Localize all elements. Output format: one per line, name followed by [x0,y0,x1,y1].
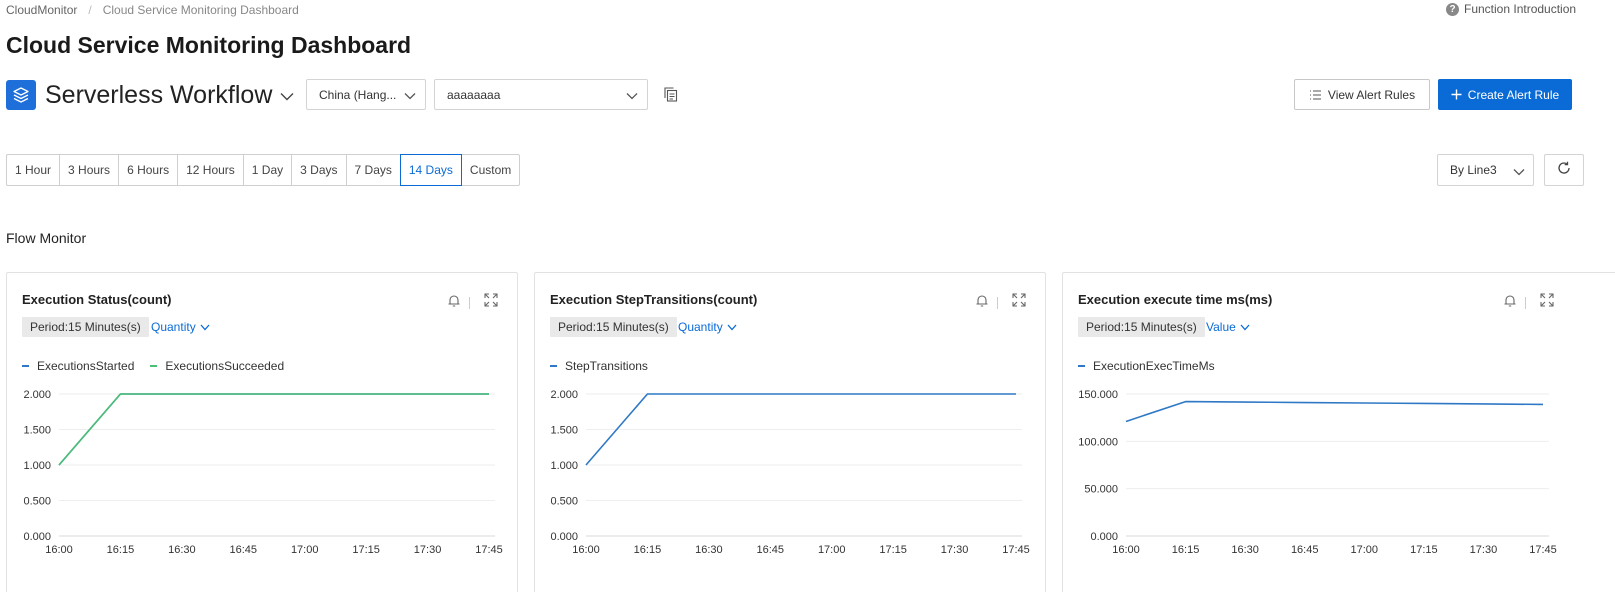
x-tick-label: 17:30 [414,544,442,556]
x-tick-label: 17:15 [879,544,907,556]
time-range-3-hours[interactable]: 3 Hours [59,154,120,186]
x-tick-label: 17:00 [1351,544,1379,556]
y-tick-label: 0.000 [550,531,578,543]
time-range-7-days[interactable]: 7 Days [345,154,401,186]
line-chart: 0.000 0.500 1.000 1.500 2.000 16:00 16:15 16:30… [550,389,1030,556]
x-tick-label: 16:00 [572,544,600,556]
x-tick-label: 16:45 [230,544,258,556]
line-select-value: By Line3 [1450,163,1497,177]
x-tick-label: 17:45 [475,544,503,556]
x-tick-label: 17:30 [941,544,969,556]
breadcrumb-separator: / [88,3,92,17]
x-tick-label: 16:15 [634,544,662,556]
copy-icon[interactable] [664,87,678,107]
y-tick-label: 100.000 [1078,436,1118,448]
x-tick-label: 16:30 [695,544,723,556]
y-tick-label: 2.000 [23,389,51,401]
instance-select-value: aaaaaaaa [447,87,501,102]
time-range-6-hours[interactable]: 6 Hours [118,154,179,186]
x-tick-label: 16:00 [1112,544,1140,556]
layers-icon [6,80,36,110]
help-icon: ? [1446,2,1459,16]
y-tick-label: 0.500 [550,496,578,508]
x-tick-label: 16:00 [45,544,73,556]
breadcrumb-root-link[interactable]: CloudMonitor [6,3,77,17]
chevron-down-icon [1513,165,1525,179]
chart-panel-execution-status: Execution Status(count) Period:15 Minute… [6,272,518,592]
y-tick-label: 2.000 [550,389,578,401]
chart-panel-execute-time: Execution execute time ms(ms) Period:15 … [1062,272,1615,592]
x-tick-label: 16:30 [168,544,196,556]
product-selector[interactable]: Serverless Workflow [6,78,294,112]
line-chart: 0.000 50.000 100.000 150.000 16:00 16:15 16:30… [1078,389,1557,556]
y-tick-label: 150.000 [1078,389,1118,401]
time-range-custom[interactable]: Custom [460,154,521,186]
product-name: Serverless Workflow [45,80,273,109]
y-tick-label: 50.000 [1084,484,1118,496]
x-tick-label: 17:15 [352,544,380,556]
time-range-group: 1 Hour 3 Hours 6 Hours 12 Hours 1 Day 3 … [6,154,521,186]
create-alert-rule-label: Create Alert Rule [1467,87,1560,102]
function-introduction-link[interactable]: ? Function Introduction [1446,2,1576,16]
x-tick-label: 17:15 [1410,544,1438,556]
x-tick-label: 16:30 [1231,544,1259,556]
line-select[interactable]: By Line3 [1437,154,1534,186]
chevron-down-icon [404,89,416,103]
chart-panel-step-transitions: Execution StepTransitions(count) Period:… [534,272,1046,592]
line-chart: 0.000 0.500 1.000 1.500 2.000 16:00 16:15 16:30… [23,389,503,556]
time-range-14-days[interactable]: 14 Days [399,154,462,186]
x-tick-label: 17:00 [291,544,319,556]
section-title: Flow Monitor [6,230,87,246]
x-tick-label: 17:45 [1002,544,1030,556]
y-tick-label: 0.000 [23,531,51,543]
breadcrumb: CloudMonitor / Cloud Service Monitoring … [6,2,299,18]
x-tick-label: 17:45 [1529,544,1557,556]
y-tick-label: 1.000 [23,460,51,472]
series-line [1125,400,1544,423]
x-tick-label: 16:45 [757,544,785,556]
list-icon [1309,89,1322,100]
x-tick-label: 17:00 [818,544,846,556]
time-range-12-hours[interactable]: 12 Hours [177,154,244,186]
view-alert-rules-label: View Alert Rules [1327,87,1416,102]
y-tick-label: 0.000 [1090,531,1118,543]
y-tick-label: 1.500 [550,425,578,437]
x-tick-label: 16:45 [1291,544,1319,556]
time-range-3-days[interactable]: 3 Days [291,154,347,186]
time-range-1-day[interactable]: 1 Day [242,154,293,186]
refresh-button[interactable] [1544,154,1584,186]
x-tick-label: 16:15 [107,544,135,556]
plus-icon [1451,89,1462,100]
breadcrumb-current: Cloud Service Monitoring Dashboard [102,3,299,17]
region-select[interactable]: China (Hang... [306,79,426,110]
create-alert-rule-button[interactable]: Create Alert Rule [1438,79,1572,110]
x-tick-label: 17:30 [1470,544,1498,556]
region-select-value: China (Hang... [319,87,397,102]
chevron-down-icon [626,89,638,103]
view-alert-rules-button[interactable]: View Alert Rules [1294,79,1430,110]
chevron-down-icon [280,88,294,106]
time-range-1-hour[interactable]: 1 Hour [6,154,61,186]
function-introduction-label: Function Introduction [1464,2,1577,16]
y-tick-label: 1.500 [23,425,51,437]
instance-select[interactable]: aaaaaaaa [434,79,648,110]
y-tick-label: 0.500 [23,496,51,508]
x-tick-label: 16:15 [1172,544,1200,556]
y-tick-label: 1.000 [550,460,578,472]
page-title: Cloud Service Monitoring Dashboard [6,32,412,58]
refresh-icon [1557,161,1571,180]
